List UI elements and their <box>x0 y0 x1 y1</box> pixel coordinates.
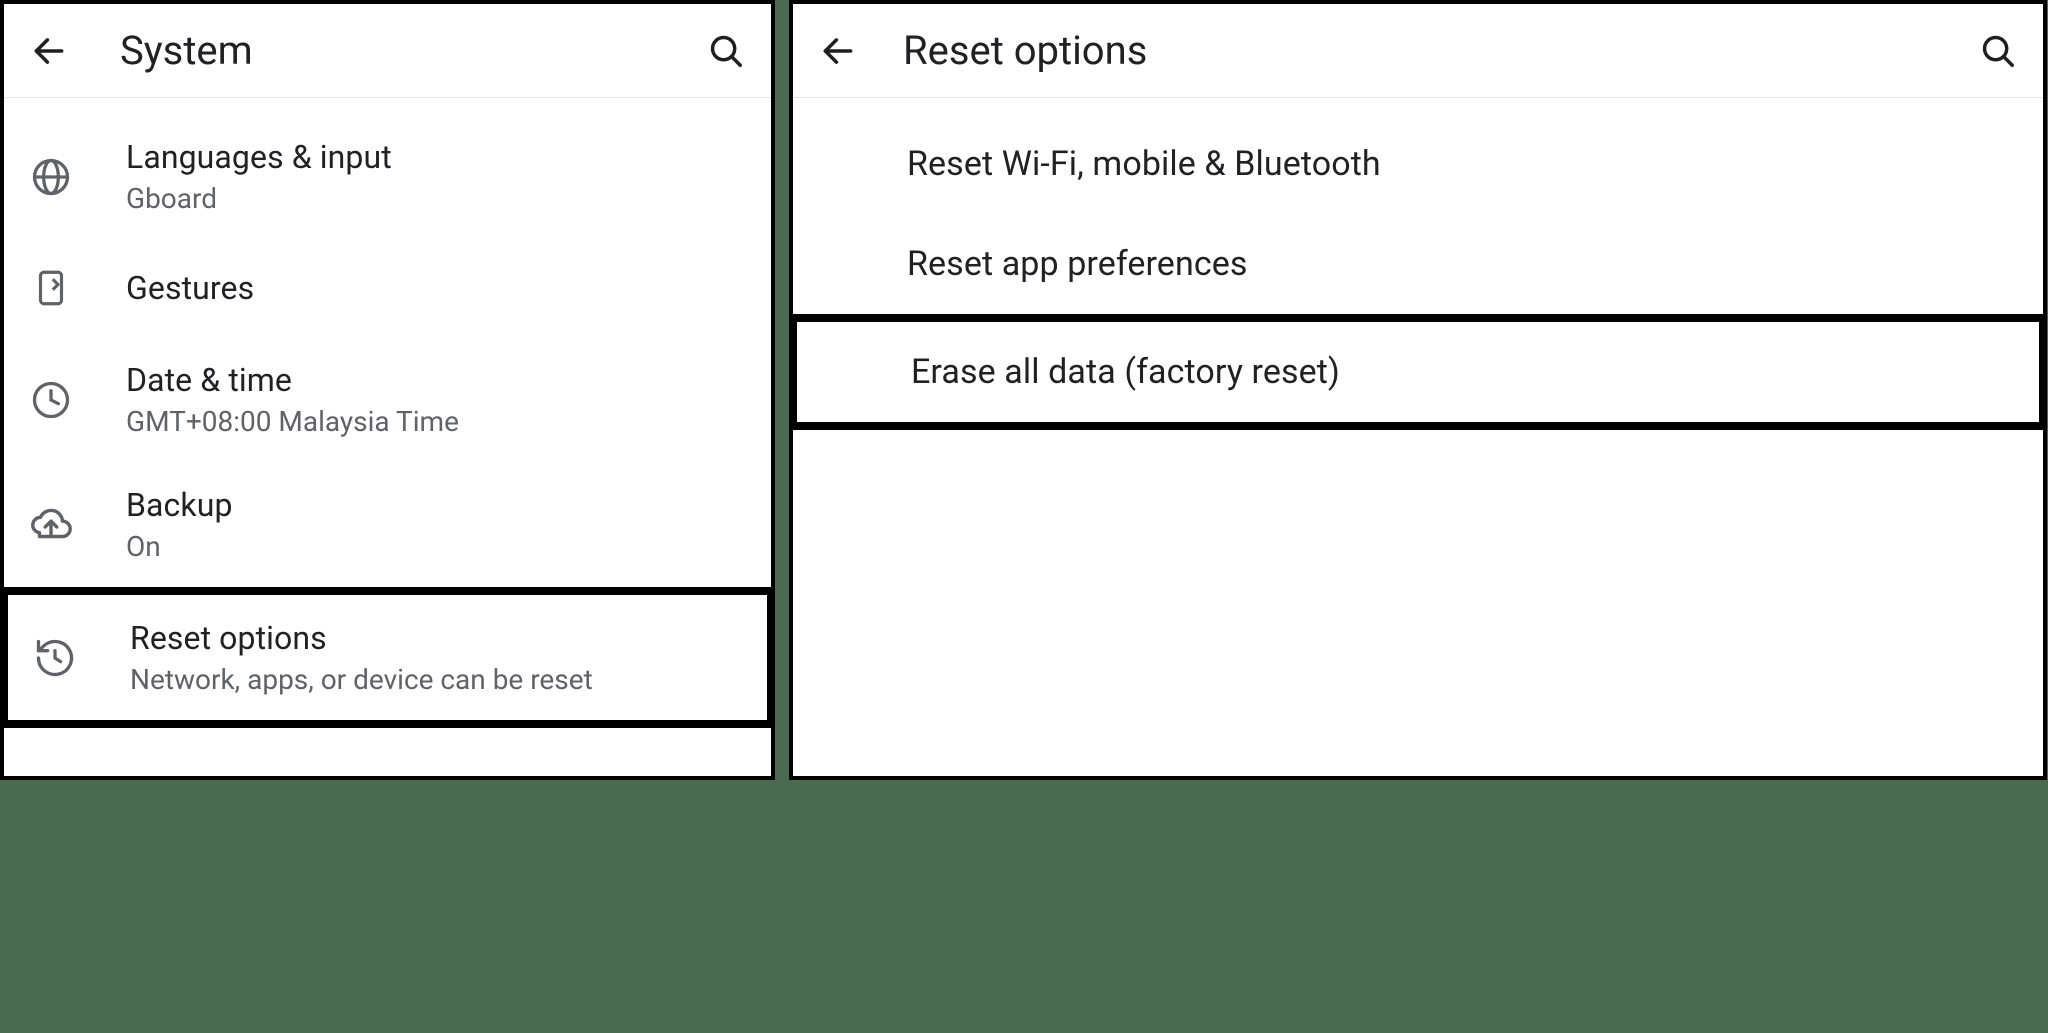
search-button[interactable] <box>703 28 749 74</box>
item-primary: Languages & input <box>126 138 392 176</box>
item-secondary: Network, apps, or device can be reset <box>130 663 593 696</box>
reset-options-panel: Reset options Reset Wi-Fi, mobile & Blue… <box>789 0 2047 780</box>
item-primary: Reset options <box>130 619 593 657</box>
system-settings-panel: System Languages & input Gboard <box>0 0 775 780</box>
page-title: System <box>120 27 703 74</box>
search-icon <box>707 32 745 70</box>
back-button[interactable] <box>26 28 72 74</box>
list-item-gestures[interactable]: Gestures <box>4 239 771 337</box>
item-secondary: On <box>126 530 233 563</box>
gesture-icon <box>26 263 76 313</box>
highlight-erase-all-data: Erase all data (factory reset) <box>789 314 2047 430</box>
restore-icon <box>30 633 80 683</box>
list-item-reset-wifi[interactable]: Reset Wi-Fi, mobile & Bluetooth <box>793 114 2043 214</box>
globe-icon <box>26 152 76 202</box>
list-item-reset-app-prefs[interactable]: Reset app preferences <box>793 214 2043 314</box>
item-primary: Backup <box>126 486 233 524</box>
search-button[interactable] <box>1975 28 2021 74</box>
item-primary: Erase all data (factory reset) <box>911 352 1340 392</box>
list-item-erase-all-data[interactable]: Erase all data (factory reset) <box>797 322 2039 422</box>
list-item-backup[interactable]: Backup On <box>4 462 771 587</box>
header: Reset options <box>793 4 2043 98</box>
item-primary: Gestures <box>126 269 254 307</box>
arrow-back-icon <box>819 32 857 70</box>
list-item-languages-input[interactable]: Languages & input Gboard <box>4 114 771 239</box>
clock-icon <box>26 375 76 425</box>
item-secondary: Gboard <box>126 182 392 215</box>
reset-list: Reset Wi-Fi, mobile & Bluetooth Reset ap… <box>793 98 2043 776</box>
header: System <box>4 4 771 98</box>
settings-list: Languages & input Gboard Gestures Date &… <box>4 98 771 776</box>
back-button[interactable] <box>815 28 861 74</box>
cloud-upload-icon <box>26 500 76 550</box>
item-primary: Date & time <box>126 361 459 399</box>
list-item-reset-options[interactable]: Reset options Network, apps, or device c… <box>8 595 767 720</box>
search-icon <box>1979 32 2017 70</box>
list-item-date-time[interactable]: Date & time GMT+08:00 Malaysia Time <box>4 337 771 462</box>
item-primary: Reset Wi-Fi, mobile & Bluetooth <box>907 144 1381 184</box>
arrow-back-icon <box>30 32 68 70</box>
highlight-reset-options: Reset options Network, apps, or device c… <box>0 587 775 728</box>
item-primary: Reset app preferences <box>907 244 1248 284</box>
item-secondary: GMT+08:00 Malaysia Time <box>126 405 459 438</box>
page-title: Reset options <box>903 27 1975 74</box>
